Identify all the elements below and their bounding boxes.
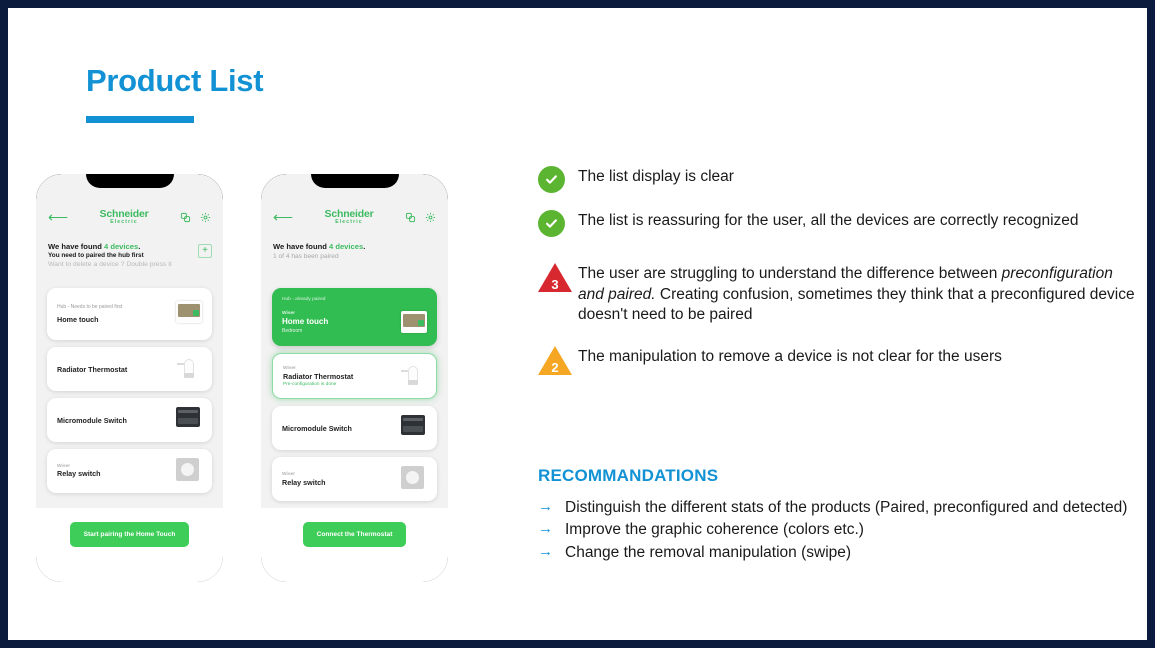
device-card-relay-switch[interactable]: Wiser Relay switch <box>272 457 437 502</box>
device-list-left: Hub - Needs to be paired first Home touc… <box>47 288 212 500</box>
slide-content: Product List ⟵ Schneider Electric We hav… <box>8 8 1147 640</box>
recommendation-text: Improve the graphic coherence (colors et… <box>565 521 864 539</box>
device-note: Pre-configuration is done <box>283 381 337 387</box>
back-arrow-icon[interactable]: ⟵ <box>273 210 293 224</box>
app-bar: ⟵ Schneider Electric <box>36 204 223 230</box>
phone-mockup-right: ⟵ Schneider Electric We have found 4 dev… <box>261 174 448 582</box>
cta-wrap-right: Connect the Thermostat <box>261 522 448 547</box>
add-device-button[interactable]: + <box>198 244 212 258</box>
device-card-micromodule-switch[interactable]: Micromodule Switch <box>272 406 437 451</box>
badge-wrap <box>538 210 578 237</box>
logo-sub-text: Electric <box>335 219 363 226</box>
warning-triangle-icon: 3 <box>538 263 572 293</box>
finding-item: The list display is clear <box>538 166 1138 193</box>
schneider-logo: Schneider Electric <box>293 209 405 226</box>
found-summary: We have found 4 devices. You need to pai… <box>48 242 183 268</box>
arrow-icon: → <box>538 520 553 538</box>
check-icon <box>538 166 565 193</box>
device-status: Hub - already paired <box>282 297 326 302</box>
warning-triangle-icon: 2 <box>538 345 572 376</box>
finding-item: 3 The user are struggling to understand … <box>538 263 1138 326</box>
device-name: Micromodule Switch <box>282 423 352 433</box>
warning-number: 3 <box>551 277 559 292</box>
finding-text: The list is reassuring for the user, all… <box>578 212 1079 229</box>
start-pairing-button[interactable]: Start pairing the Home Touch <box>69 522 190 547</box>
logo-main-text: Schneider <box>99 207 149 220</box>
device-card-home-touch-paired[interactable]: Hub - already paired Wiser Home touch Be… <box>272 288 437 347</box>
finding-text: The user are struggling to understand th… <box>578 265 1135 324</box>
device-list-right: Hub - already paired Wiser Home touch Be… <box>272 288 437 508</box>
badge-wrap <box>538 166 578 193</box>
micromodule-thumb <box>176 407 202 433</box>
warning-number: 2 <box>551 359 559 375</box>
connect-thermostat-button[interactable]: Connect the Thermostat <box>302 522 407 547</box>
finding-item: The list is reassuring for the user, all… <box>538 210 1138 237</box>
recommendations-section: RECOMMANDATIONS → Distinguish the differ… <box>538 466 1138 564</box>
device-name: Radiator Thermostat <box>57 364 128 374</box>
arrow-icon: → <box>538 542 553 560</box>
schneider-logo: Schneider Electric <box>68 209 180 226</box>
found-subtext: 1 of 4 has been paired <box>273 253 339 260</box>
device-name: Home touch <box>282 316 329 326</box>
devices-icon[interactable] <box>405 212 416 223</box>
recommendations-title: RECOMMANDATIONS <box>538 466 719 485</box>
check-icon <box>538 210 565 237</box>
app-bar-icons <box>405 212 436 223</box>
device-name: Relay switch <box>57 469 101 479</box>
gear-icon[interactable] <box>425 212 436 223</box>
finding-text: The list display is clear <box>578 168 734 185</box>
device-card-radiator-thermostat[interactable]: Radiator Thermostat <box>47 347 212 391</box>
logo-sub-text: Electric <box>110 219 138 226</box>
device-name: Radiator Thermostat <box>283 371 354 381</box>
radiator-valve-thumb <box>400 363 426 389</box>
micromodule-thumb <box>401 415 427 441</box>
device-card-micromodule-switch[interactable]: Micromodule Switch <box>47 398 212 442</box>
findings-list: The list display is clear The list is re… <box>538 166 1138 393</box>
recommendation-text: Change the removal manipulation (swipe) <box>565 543 852 561</box>
arrow-icon: → <box>538 498 553 515</box>
logo-main-text: Schneider <box>324 207 374 220</box>
home-touch-thumb <box>401 311 427 337</box>
recommendation-text: Distinguish the different stats of the p… <box>565 499 1128 516</box>
relay-switch-thumb <box>401 466 427 492</box>
device-name: Home touch <box>57 314 99 324</box>
devices-icon[interactable] <box>180 212 191 223</box>
phone-screen-left: ⟵ Schneider Electric We have found 4 dev… <box>36 174 223 508</box>
finding-item: 2 The manipulation to remove a device is… <box>538 345 1138 376</box>
badge-wrap: 2 <box>538 345 578 376</box>
device-name: Relay switch <box>282 477 326 487</box>
found-hint: Want to delete a device ? Double press i… <box>48 261 172 268</box>
app-bar-icons <box>180 212 211 223</box>
device-name: Micromodule Switch <box>57 415 127 425</box>
gear-icon[interactable] <box>200 212 211 223</box>
phone-screen-right: ⟵ Schneider Electric We have found 4 dev… <box>261 174 448 508</box>
title-block: Product List <box>86 63 264 124</box>
home-touch-thumb <box>176 301 202 327</box>
recommendation-item: → Change the removal manipulation (swipe… <box>538 542 1138 563</box>
page-title: Product List <box>86 63 264 98</box>
found-summary: We have found 4 devices. 1 of 4 has been… <box>273 242 408 260</box>
radiator-valve-thumb <box>176 356 202 382</box>
device-card-relay-switch[interactable]: Wiser Relay switch <box>47 449 212 493</box>
found-headline: We have found 4 devices. <box>48 242 141 251</box>
app-bar: ⟵ Schneider Electric <box>261 204 448 230</box>
phone-notch <box>85 174 174 188</box>
relay-switch-thumb <box>176 458 202 484</box>
slide: Product List ⟵ Schneider Electric We hav… <box>0 0 1155 648</box>
device-card-home-touch[interactable]: Hub - Needs to be paired first Home touc… <box>47 288 212 340</box>
badge-wrap: 3 <box>538 263 578 293</box>
recommendation-item: → Distinguish the different stats of the… <box>538 497 1138 518</box>
cta-wrap-left: Start pairing the Home Touch <box>36 522 223 547</box>
phone-notch <box>310 174 399 188</box>
device-room: Bedroom <box>282 327 303 334</box>
found-headline: We have found 4 devices. <box>273 242 366 251</box>
device-status: Hub - Needs to be paired first <box>57 304 123 311</box>
device-card-radiator-thermostat-preconfigured[interactable]: Wiser Radiator Thermostat Pre-configurat… <box>272 353 437 400</box>
back-arrow-icon[interactable]: ⟵ <box>48 210 68 224</box>
found-subtext: You need to paired the hub first <box>48 252 144 259</box>
recommendation-item: → Improve the graphic coherence (colors … <box>538 519 1138 540</box>
finding-text: The manipulation to remove a device is n… <box>578 347 1002 365</box>
title-underline <box>86 116 194 124</box>
phone-mockup-left: ⟵ Schneider Electric We have found 4 dev… <box>36 174 223 582</box>
